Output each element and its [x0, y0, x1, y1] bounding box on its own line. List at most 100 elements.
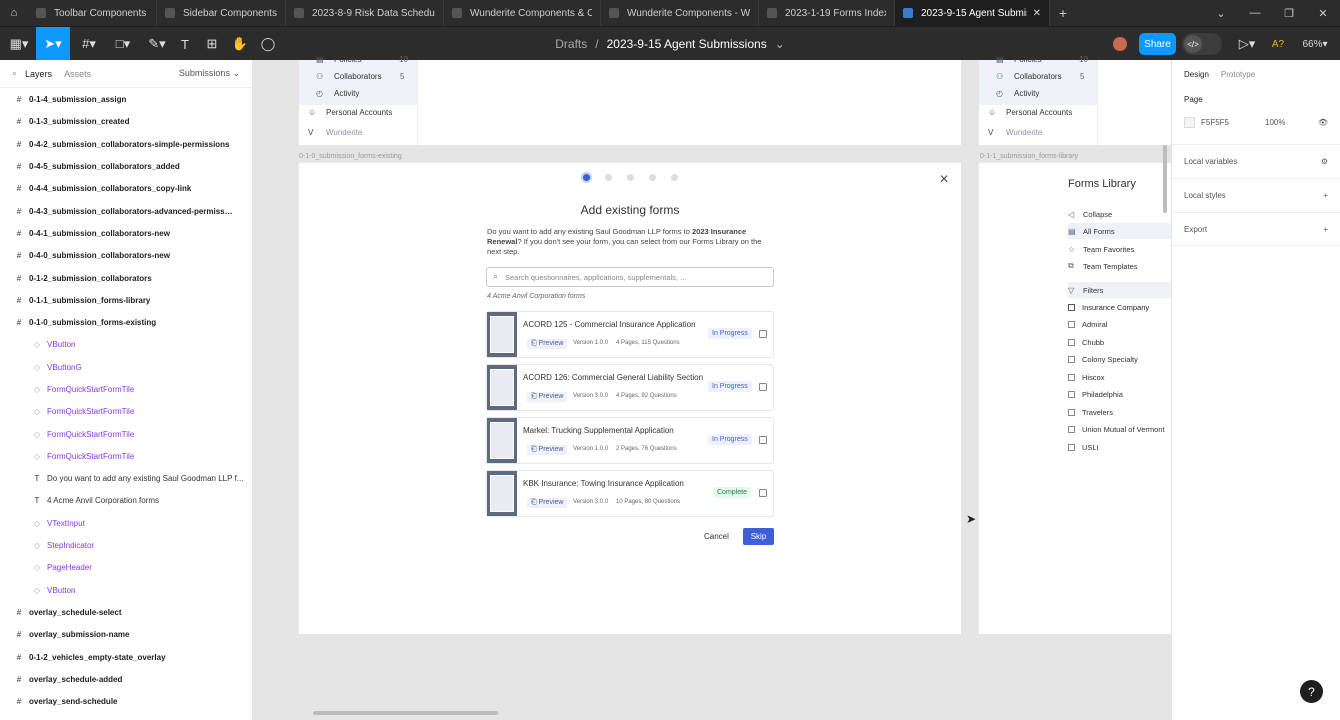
form-tile[interactable]: Markel: Trucking Supplemental Applicatio…	[486, 417, 774, 464]
breadcrumb-folder[interactable]: Drafts	[555, 37, 587, 51]
layer-row[interactable]: #0-4-1_submission_collaborators-new	[0, 222, 252, 244]
close-icon[interactable]: ✕	[939, 172, 949, 186]
form-checkbox[interactable]	[759, 383, 767, 391]
hand-tool-icon[interactable]: ✋	[230, 27, 250, 61]
filter-checkbox[interactable]	[1068, 303, 1075, 311]
layer-row[interactable]: ◇ VTextInput	[0, 512, 252, 534]
main-menu-icon[interactable]: ▦▾	[4, 27, 34, 61]
layer-row[interactable]: # overlay_submission-name	[0, 624, 252, 646]
library-nav-all-forms[interactable]: ▤ All Forms	[1068, 223, 1171, 239]
shape-tool-icon[interactable]: □▾	[108, 27, 138, 61]
layer-row[interactable]: #0-4-5_submission_collaborators_added	[0, 155, 252, 177]
tab-sidebar-components[interactable]: Sidebar Components	[157, 0, 286, 26]
present-icon[interactable]: ▷▾	[1236, 27, 1258, 61]
move-tool-icon[interactable]: ➤▾	[36, 27, 70, 61]
file-name[interactable]: 2023-9-15 Agent Submissions	[607, 37, 767, 51]
layer-row[interactable]: #0-1-2_vehicles_empty-state_overlay	[0, 646, 252, 668]
preview-button[interactable]: ⎗ Preview	[527, 392, 568, 402]
filter-option[interactable]: Philadelphia	[1068, 387, 1171, 403]
library-nav-collapse[interactable]: ◁ Collapse	[1068, 206, 1171, 222]
layer-row[interactable]: #0-1-3_submission_created	[0, 111, 252, 133]
comment-tool-icon[interactable]: ◯	[258, 27, 278, 61]
form-checkbox[interactable]	[759, 330, 767, 338]
missing-fonts-indicator[interactable]: A?	[1267, 27, 1289, 61]
library-nav-team-templates[interactable]: ⧉ Team Templates	[1068, 258, 1171, 274]
share-button[interactable]: Share	[1139, 33, 1176, 55]
nav-item-collaborators[interactable]: ⚇ Collaborators	[996, 72, 1062, 81]
chevron-down-icon[interactable]: ⌄	[775, 37, 785, 51]
layer-row[interactable]: ◇ PageHeader	[0, 557, 252, 579]
vertical-scrollbar[interactable]	[1163, 145, 1167, 213]
tab-design[interactable]: Design	[1184, 70, 1209, 79]
close-tab-icon[interactable]: ✕	[1033, 8, 1041, 19]
layer-row[interactable]: # overlay_send-schedule	[0, 691, 252, 713]
step-dot[interactable]	[649, 174, 656, 181]
library-nav-team-favorites[interactable]: ☆ Team Favorites	[1068, 241, 1171, 257]
layer-row[interactable]: #0-1-1_submission_forms-library	[0, 289, 252, 311]
add-icon[interactable]: +	[1323, 225, 1328, 234]
text-tool-icon[interactable]: T	[176, 27, 194, 61]
nav-item-activity[interactable]: ◴ Activity	[316, 89, 359, 98]
filter-checkbox[interactable]	[1068, 426, 1075, 433]
close-window-icon[interactable]: ✕	[1306, 7, 1340, 20]
tab-assets[interactable]: Assets	[64, 69, 91, 79]
layer-row[interactable]: # overlay_schedule-added	[0, 668, 252, 690]
layer-row[interactable]: ◇ FormQuickStartFormTile	[0, 378, 252, 400]
step-dot[interactable]	[605, 174, 612, 181]
frame-top-right[interactable]: ▤ Policies 10 ⚇ Collaborators 5 ◴ Activity …	[979, 55, 1171, 145]
preview-button[interactable]: ⎗ Preview	[527, 498, 568, 508]
resources-icon[interactable]: ⊞	[202, 27, 222, 61]
chevron-down-icon[interactable]: ⌄	[1204, 7, 1238, 20]
layer-row[interactable]: T Do you want to add any existing Saul Go…	[0, 468, 252, 490]
layer-row[interactable]: #0-1-2_submission_collaborators	[0, 267, 252, 289]
tab-risk-data-schedule[interactable]: 2023-8-9 Risk Data Schedule	[286, 0, 444, 26]
color-swatch[interactable]	[1184, 116, 1195, 128]
layer-row[interactable]: T 4 Acme Anvil Corporation forms	[0, 490, 252, 512]
layer-row[interactable]: #0-4-0_submission_collaborators-new	[0, 245, 252, 267]
layer-row[interactable]: ◇ FormQuickStartFormTile	[0, 423, 252, 445]
search-input[interactable]: ⌕ Search questionnaires, applications, su…	[486, 267, 774, 287]
nav-item-personal-accounts[interactable]: ☺ Personal Accounts	[988, 108, 1072, 117]
filter-option[interactable]: Colony Specialty	[1068, 352, 1171, 368]
filter-checkbox[interactable]	[1068, 408, 1075, 416]
layer-row[interactable]: ◇ FormQuickStartFormTile	[0, 401, 252, 423]
tab-forms-index[interactable]: 2023-1-19 Forms Index	[759, 0, 895, 26]
preview-button[interactable]: ⎗ Preview	[527, 339, 568, 349]
layer-row[interactable]: #0-4-3_submission_collaborators-advanced…	[0, 200, 252, 222]
local-styles-section[interactable]: Local styles +	[1172, 178, 1340, 212]
form-tile[interactable]: KBK Insurance: Towing Insurance Applicat…	[486, 470, 774, 517]
filter-checkbox[interactable]	[1068, 443, 1075, 451]
local-variables-section[interactable]: Local variables ⚙	[1172, 144, 1340, 178]
form-checkbox[interactable]	[759, 489, 767, 497]
layer-row[interactable]: ◇ StepIndicator	[0, 534, 252, 556]
home-icon[interactable]: ⌂	[0, 0, 28, 26]
minimize-icon[interactable]: —	[1238, 7, 1272, 19]
page-select[interactable]: Submissions ⌄	[179, 68, 240, 79]
nav-item-personal-accounts[interactable]: ☺ Personal Accounts	[308, 108, 392, 117]
search-icon[interactable]: ⌕	[12, 68, 17, 79]
filter-checkbox[interactable]	[1068, 338, 1075, 346]
page-color-row[interactable]: F5F5F5 100% 👁	[1172, 110, 1340, 132]
frame-top-left[interactable]: ▤ Policies 10 ⚇ Collaborators 5 ◴ Activity …	[299, 55, 961, 145]
export-section[interactable]: Export +	[1172, 212, 1340, 246]
frame-label-forms-existing[interactable]: 0-1-0_submission_forms-existing	[299, 153, 402, 160]
dev-mode-toggle[interactable]: </>	[1182, 33, 1222, 55]
eye-icon[interactable]: 👁	[1318, 118, 1328, 127]
tab-wunderite-components-colors[interactable]: Wunderite Components & Colors	[444, 0, 601, 26]
add-icon[interactable]: +	[1323, 191, 1328, 200]
tab-prototype[interactable]: Prototype	[1221, 70, 1255, 79]
filter-option[interactable]: Admiral	[1068, 317, 1171, 333]
layer-row[interactable]: #0-1-4_submission_assign	[0, 89, 252, 111]
frame-label-forms-library[interactable]: 0-1-1_submission_forms-library	[980, 153, 1078, 160]
filter-checkbox[interactable]	[1068, 373, 1075, 381]
new-tab-button[interactable]: +	[1050, 5, 1076, 21]
filters-header[interactable]: ▽ Filters	[1068, 282, 1171, 298]
tab-layers[interactable]: Layers	[25, 69, 52, 79]
preview-button[interactable]: ⎗ Preview	[527, 445, 568, 455]
form-checkbox[interactable]	[759, 436, 767, 444]
filter-option[interactable]: USLI	[1068, 439, 1171, 455]
filter-checkbox[interactable]	[1068, 391, 1075, 398]
filter-option[interactable]: Insurance Company	[1068, 299, 1171, 315]
step-dot[interactable]	[627, 174, 634, 181]
skip-button[interactable]: Skip	[743, 528, 774, 545]
